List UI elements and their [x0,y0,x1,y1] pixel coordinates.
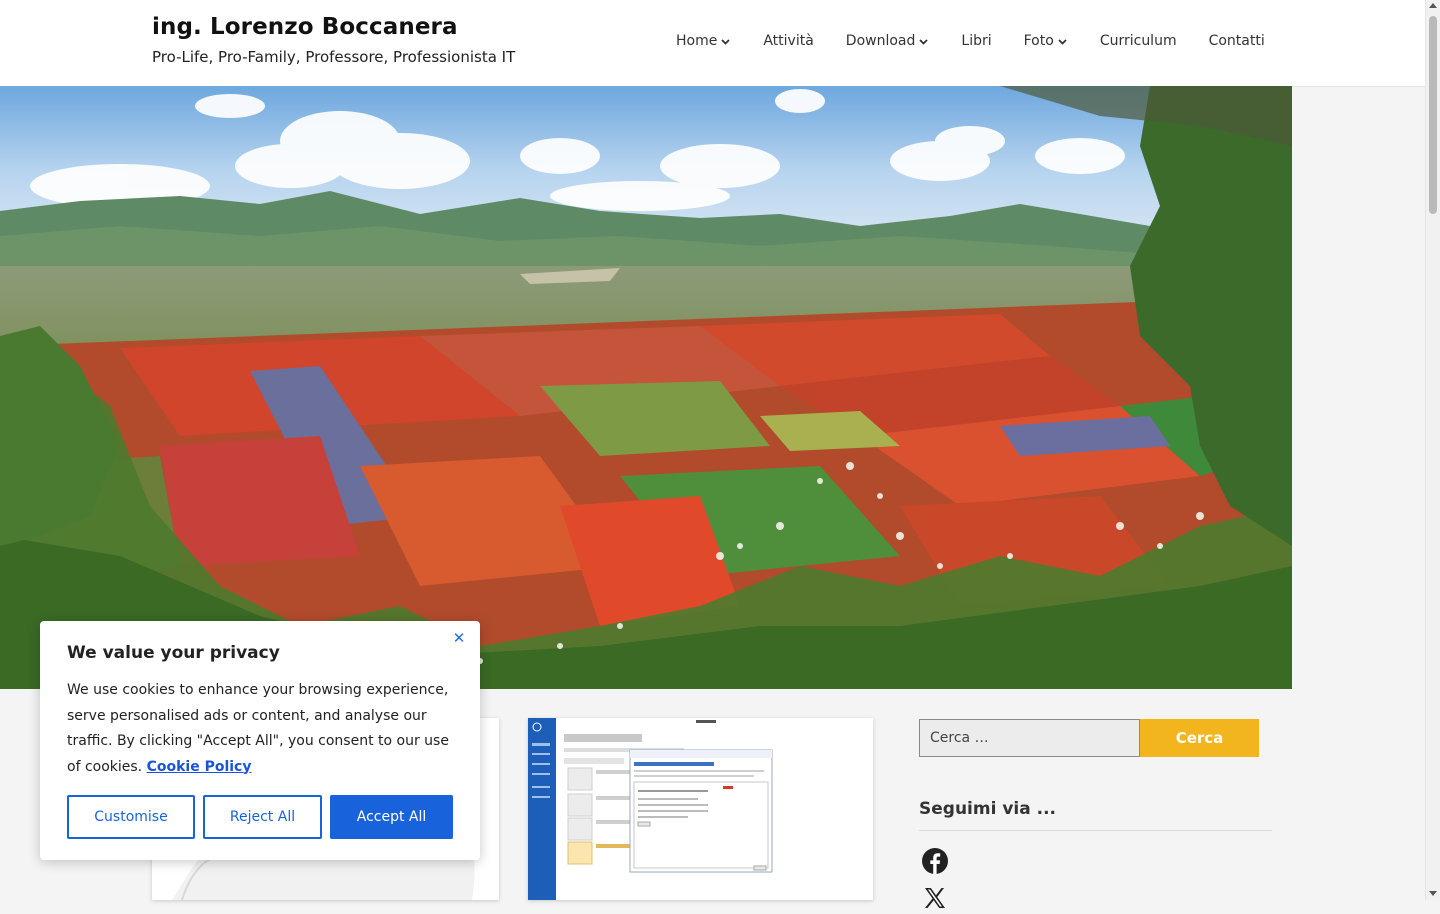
site-title[interactable]: ing. Lorenzo Boccanera [152,14,458,40]
nav-item-foto[interactable]: Foto [1024,33,1068,49]
nav-item-label: Foto [1023,33,1054,49]
chevron-down-icon [720,36,731,47]
widget-divider [919,830,1272,831]
scroll-up-arrow-icon[interactable] [1429,3,1437,8]
nav-item-label: Download [845,33,916,49]
scrollbar-thumb[interactable] [1429,16,1437,214]
main-nav: Home Attività Download Libri Foto Curric… [676,33,1265,49]
cookie-consent-banner: ✕ We value your privacy We use cookies t… [40,621,480,860]
nav-item-label: Curriculum [1099,33,1177,49]
page-scrollbar[interactable] [1425,0,1440,900]
nav-item-download[interactable]: Download [846,33,930,49]
cookie-text: We use cookies to enhance your browsing … [67,682,449,775]
chevron-down-icon [1057,36,1068,47]
scroll-down-arrow-icon[interactable] [1429,891,1437,896]
cookie-description: We use cookies to enhance your browsing … [67,678,459,780]
post-card[interactable] [528,718,873,900]
hero-image [0,86,1292,689]
follow-widget-title: Seguimi via ... [919,799,1057,819]
customise-button[interactable]: Customise [67,795,195,839]
cookie-policy-link[interactable]: Cookie Policy [147,759,252,775]
search-button[interactable]: Cerca [1140,719,1259,757]
site-tagline: Pro-Life, Pro-Family, Professore, Profes… [152,48,516,66]
nav-item-home[interactable]: Home [676,33,731,49]
site-header: ing. Lorenzo Boccanera Pro-Life, Pro-Fam… [0,0,1425,87]
nav-item-curriculum[interactable]: Curriculum [1100,33,1177,49]
reject-all-button[interactable]: Reject All [203,795,322,839]
accept-all-button[interactable]: Accept All [330,795,453,839]
nav-item-label: Home [676,33,718,49]
nav-item-libri[interactable]: Libri [961,33,991,49]
facebook-icon[interactable] [921,847,949,875]
close-icon[interactable]: ✕ [452,631,466,646]
nav-item-contatti[interactable]: Contatti [1209,33,1265,49]
nav-item-label: Libri [961,33,992,49]
nav-item-label: Attività [763,33,814,49]
nav-item-attivita[interactable]: Attività [763,33,813,49]
x-icon[interactable] [923,886,947,910]
search-input[interactable]: Cerca … [919,719,1140,757]
post-thumbnail [528,718,873,900]
chevron-down-icon [918,36,929,47]
nav-item-label: Contatti [1208,33,1265,49]
cookie-title: We value your privacy [67,643,280,663]
